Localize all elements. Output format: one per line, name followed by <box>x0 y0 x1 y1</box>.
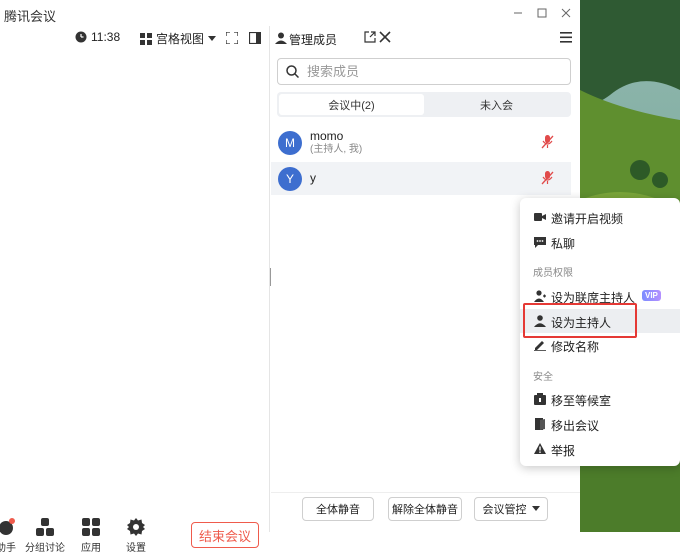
fullscreen-icon <box>226 32 238 44</box>
pencil-icon <box>534 341 546 351</box>
title-bar: 腾讯会议 <box>0 0 580 26</box>
member-row[interactable]: Y y <box>271 162 571 195</box>
popout-icon <box>364 31 376 43</box>
menu-item-label: 修改名称 <box>551 340 600 354</box>
member-tabs: 会议中(2) 未入会 <box>277 92 571 117</box>
menu-item-private-chat[interactable]: 私聊 <box>520 230 680 254</box>
view-mode-label: 宫格视图 <box>156 32 205 46</box>
members-panel-title: 管理成员 <box>289 33 338 47</box>
muted-mic-icon <box>541 171 554 185</box>
tab-in-meeting[interactable]: 会议中(2) <box>279 94 424 115</box>
meeting-control-button[interactable]: 会议管控 <box>474 497 548 521</box>
member-row[interactable]: M momo (主持人, 我) <box>271 126 571 159</box>
close-panel-button[interactable] <box>379 31 391 46</box>
breakout-rooms-button[interactable]: 分组讨论 <box>23 518 67 554</box>
member-name: momo <box>310 128 344 143</box>
caret-down-icon <box>531 506 540 511</box>
co-host-icon <box>534 290 546 302</box>
menu-item-report[interactable]: 举报 <box>520 437 680 461</box>
view-mode-button[interactable]: 宫格视图 <box>140 30 217 47</box>
video-camera-icon <box>534 213 546 221</box>
menu-item-label: 邀请开启视频 <box>551 212 624 226</box>
panel-menu-button[interactable] <box>560 32 572 46</box>
maximize-button[interactable] <box>532 3 552 23</box>
menu-item-label: 私聊 <box>551 237 576 251</box>
menu-item-remove-from-meeting[interactable]: 移出会议 <box>520 412 680 436</box>
member-role: (主持人, 我) <box>310 143 363 155</box>
mic-toggle-button[interactable] <box>541 135 555 152</box>
meeting-timer: 11:38 <box>75 30 120 44</box>
menu-item-label: 举报 <box>551 444 576 458</box>
member-name: y <box>310 171 316 185</box>
settings-label: 设置 <box>126 543 146 554</box>
clock-icon <box>75 31 87 43</box>
close-icon <box>379 31 391 43</box>
meeting-toolbar: 11:38 宫格视图 <box>0 26 270 50</box>
breakout-rooms-icon <box>36 518 54 536</box>
meeting-control-label: 会议管控 <box>482 504 527 516</box>
close-window-button[interactable] <box>556 3 576 23</box>
settings-button[interactable]: 设置 <box>114 518 158 554</box>
menu-item-label: 移至等候室 <box>551 394 612 408</box>
waiting-room-icon <box>534 393 546 405</box>
end-meeting-button[interactable]: 结束会议 <box>191 522 259 548</box>
member-search-box[interactable] <box>277 58 571 85</box>
breakout-rooms-label: 分组讨论 <box>25 543 65 554</box>
menu-item-set-host[interactable]: 设为主持人 <box>520 309 680 333</box>
member-search-input[interactable] <box>307 64 547 79</box>
mic-toggle-button[interactable] <box>541 171 555 188</box>
remove-door-icon <box>535 418 545 430</box>
toggle-panel-button[interactable] <box>247 30 263 46</box>
chat-bubble-icon <box>534 237 546 248</box>
section-label-permissions: 成员权限 <box>533 268 573 279</box>
assistant-icon <box>0 518 15 535</box>
avatar: Y <box>278 166 302 191</box>
minimize-button[interactable] <box>508 3 528 23</box>
unmute-all-button[interactable]: 解除全体静音 <box>388 497 462 521</box>
menu-item-move-to-waiting-room[interactable]: 移至等候室 <box>520 387 680 411</box>
timer-text: 11:38 <box>91 30 121 44</box>
gear-icon <box>127 518 145 536</box>
menu-item-rename[interactable]: 修改名称 <box>520 333 680 357</box>
video-area: 11:38 宫格视图 助手 分组讨论 应用 设置 结束会议 <box>0 26 270 554</box>
fullscreen-button[interactable] <box>224 30 240 46</box>
vip-badge: VIP <box>642 290 661 301</box>
menu-item-label: 移出会议 <box>551 419 600 433</box>
member-context-menu: 邀请开启视频 私聊 成员权限 设为联席主持人 VIP 设为主持人 修改名称 安全… <box>520 198 680 466</box>
warning-icon <box>534 443 546 454</box>
close-icon <box>561 8 571 18</box>
grid-view-icon <box>140 32 152 45</box>
app-title: 腾讯会议 <box>4 9 57 24</box>
caret-down-icon <box>208 35 217 41</box>
popout-panel-button[interactable] <box>364 31 376 46</box>
apps-button[interactable]: 应用 <box>69 518 113 554</box>
mute-all-button[interactable]: 全体静音 <box>302 497 374 521</box>
section-label-security: 安全 <box>533 372 553 383</box>
side-panel-icon <box>249 32 261 44</box>
muted-mic-icon <box>541 135 554 149</box>
avatar: M <box>278 130 302 155</box>
maximize-icon <box>537 8 547 18</box>
host-person-icon <box>534 315 546 327</box>
apps-label: 应用 <box>81 543 101 554</box>
apps-icon <box>82 518 100 536</box>
members-actions-bar: 全体静音 解除全体静音 会议管控 <box>271 492 580 532</box>
members-header: 管理成员 <box>271 26 580 50</box>
meeting-window: 腾讯会议 11:38 宫格视图 助手 分组讨论 应用 设置 结束会议 管理成员 … <box>0 0 580 554</box>
tab-not-joined[interactable]: 未入会 <box>424 94 569 115</box>
minimize-icon <box>514 12 522 14</box>
menu-item-label: 设为主持人 <box>551 316 612 330</box>
search-icon <box>286 65 299 78</box>
members-icon <box>275 32 287 44</box>
menu-item-label: 设为联席主持人 <box>551 291 636 305</box>
hamburger-menu-icon <box>560 32 572 43</box>
menu-item-set-co-host[interactable]: 设为联席主持人 VIP <box>520 284 680 308</box>
menu-item-invite-video[interactable]: 邀请开启视频 <box>520 205 680 229</box>
